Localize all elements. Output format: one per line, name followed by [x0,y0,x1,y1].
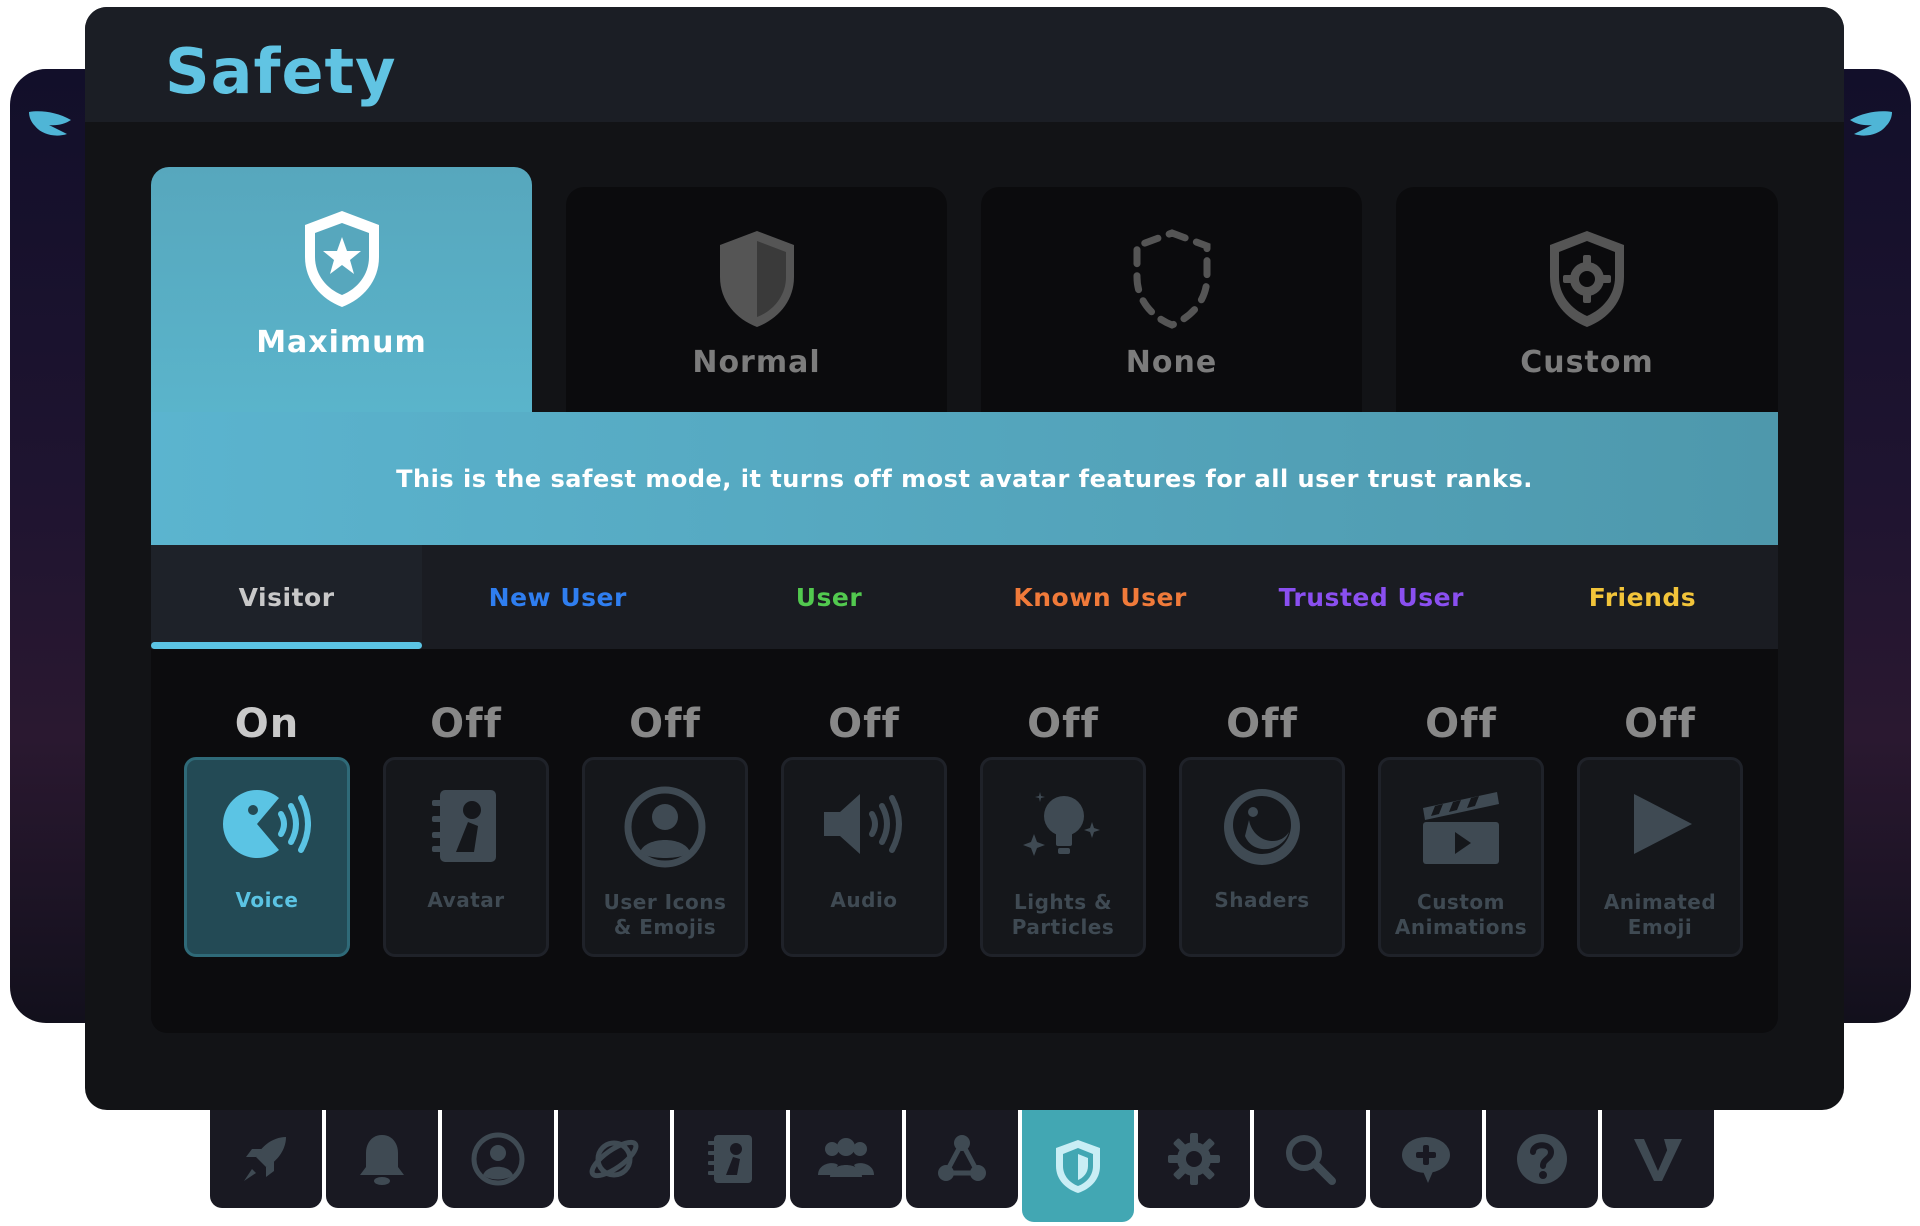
permission-label: Animated Emoji [1603,890,1717,939]
shield-gear-icon [1550,231,1624,327]
permission-tile[interactable]: User Icons & Emojis [582,757,748,957]
permission-label: Lights & Particles [1011,890,1115,939]
mode-custom[interactable]: Custom [1396,187,1778,413]
permission-tile[interactable]: Audio [781,757,947,957]
permission-tile[interactable]: Custom Animations [1378,757,1544,957]
permission-label: User Icons & Emojis [603,890,727,939]
permission-label: Shaders [1214,888,1310,912]
permission-lights-particles[interactable]: Off Lights & Particles [980,701,1146,957]
panel-header: Safety [85,7,1844,122]
lightbulb-icon [1023,792,1100,856]
dock-avatars-button[interactable] [674,1110,786,1208]
dock-worlds-button[interactable] [558,1110,670,1208]
mode-normal[interactable]: Normal [566,187,947,413]
permission-avatar[interactable]: Off Avatar [383,701,549,957]
permission-tile[interactable]: Voice [184,757,350,957]
permission-label: Custom Animations [1394,890,1528,939]
shield-icon [1056,1140,1100,1193]
permission-state: Off [828,701,900,747]
tab-trusted-user[interactable]: Trusted User [1236,545,1507,649]
gear-icon [1168,1133,1220,1185]
permissions-area: On Voice Off Avatar Off User Icons & Emo… [151,649,1778,1033]
mode-maximum[interactable]: Maximum [151,167,532,413]
chat-plus-icon [1402,1137,1450,1183]
wing-icon [1850,111,1892,136]
voice-icon [223,789,311,859]
permission-state: On [234,701,300,747]
permission-state: Off [1624,701,1696,747]
page-title: Safety [165,35,397,108]
search-icon [1286,1135,1336,1185]
clapperboard-icon [1423,792,1499,864]
play-icon [1634,794,1692,854]
dock-search-button[interactable] [1254,1110,1366,1208]
permission-user-icons-emojis[interactable]: Off User Icons & Emojis [582,701,748,957]
trust-rank-tabs: Visitor New User User Known User Trusted… [151,545,1778,649]
mode-description-banner: This is the safest mode, it turns off mo… [151,412,1778,545]
dock-profile-button[interactable] [442,1110,554,1208]
network-icon [938,1135,986,1181]
mode-none[interactable]: None [981,187,1362,413]
permission-tile[interactable]: Animated Emoji [1577,757,1743,957]
safety-panel: Safety Maximum Normal None Custom This i… [85,7,1844,1110]
avatar-book-icon [432,790,496,862]
permission-audio[interactable]: Off Audio [781,701,947,957]
permission-state: Off [1226,701,1298,747]
bell-icon [360,1135,404,1185]
help-icon [1517,1134,1567,1184]
dock-notifications-button[interactable] [326,1110,438,1208]
dock-chat-button[interactable] [1370,1110,1482,1208]
mode-description: This is the safest mode, it turns off mo… [396,464,1533,493]
bottom-dock [210,1110,1720,1222]
rocket-icon [244,1137,286,1181]
mode-label: Normal [692,345,821,380]
planet-icon [589,1139,639,1179]
mode-label: None [1125,345,1218,380]
dock-help-button[interactable] [1486,1110,1598,1208]
permission-voice[interactable]: On Voice [184,701,350,957]
profile-icon [471,1132,525,1186]
social-icon [818,1138,874,1177]
tab-new-user[interactable]: New User [422,545,693,649]
permission-label: Audio [830,888,898,912]
permission-state: Off [1027,701,1099,747]
shader-orb-icon [1224,789,1300,865]
tab-visitor[interactable]: Visitor [151,545,423,649]
permission-tile[interactable]: Shaders [1179,757,1345,957]
tab-known-user[interactable]: Known User [965,545,1236,649]
permission-state: Off [1425,701,1497,747]
shield-star-icon [304,211,379,307]
tab-friends[interactable]: Friends [1507,545,1778,649]
mode-label: Maximum [256,325,427,360]
mode-label: Custom [1520,345,1654,380]
dock-vrchat-button[interactable] [1602,1110,1714,1208]
shield-icon [719,231,794,327]
permission-label: Avatar [427,888,505,912]
wing-icon [29,111,71,136]
tab-user[interactable]: User [693,545,964,649]
avatar-book-icon [708,1135,752,1183]
dock-launch-button[interactable] [210,1110,322,1208]
permission-tile[interactable]: Avatar [383,757,549,957]
shield-dashed-icon [1133,229,1210,329]
dock-safety-button[interactable] [1022,1110,1134,1222]
vrchat-logo-icon [1634,1139,1682,1181]
permission-custom-animations[interactable]: Off Custom Animations [1378,701,1544,957]
dock-settings-button[interactable] [1138,1110,1250,1208]
permission-animated-emoji[interactable]: Off Animated Emoji [1577,701,1743,957]
user-circle-icon [624,786,706,868]
permission-state: Off [430,701,502,747]
dock-social-button[interactable] [790,1110,902,1208]
permission-label: Voice [235,888,299,912]
permission-shaders[interactable]: Off Shaders [1179,701,1345,957]
permission-tile[interactable]: Lights & Particles [980,757,1146,957]
permission-state: Off [629,701,701,747]
speaker-icon [824,794,902,854]
dock-groups-button[interactable] [906,1110,1018,1208]
